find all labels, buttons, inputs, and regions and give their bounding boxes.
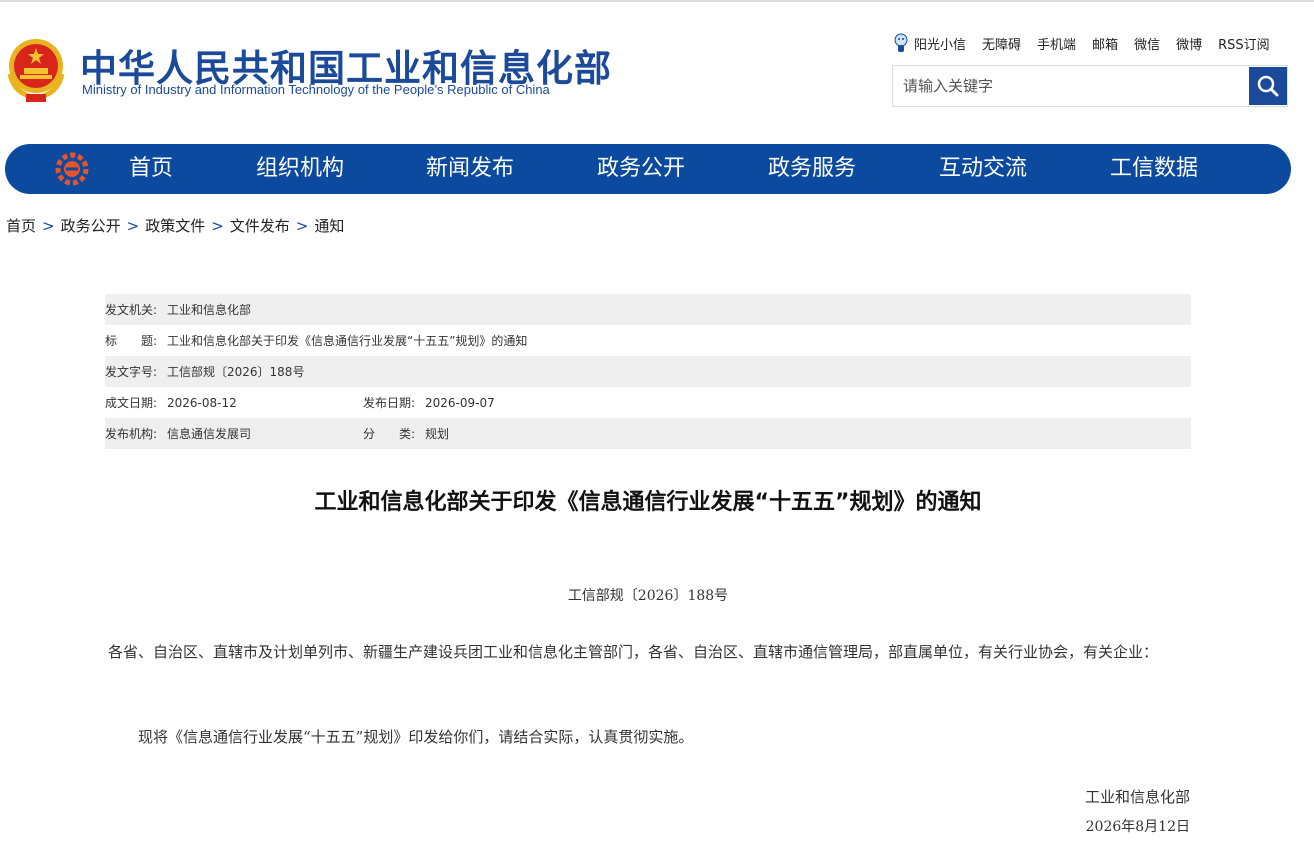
info-published-date: 2026-09-07 xyxy=(425,396,495,410)
site-subtitle: Ministry of Industry and Information Tec… xyxy=(82,82,550,97)
document-body: 现将《信息通信行业发展“十五五”规划》印发给你们，请结合实际，认真贯彻实施。 xyxy=(138,728,694,746)
nav-item-data[interactable]: 工信数据 xyxy=(1110,144,1198,194)
search-button[interactable] xyxy=(1249,67,1287,105)
breadcrumb-separator: > xyxy=(211,217,224,235)
national-emblem-icon xyxy=(7,39,65,102)
breadcrumb-separator: > xyxy=(42,217,55,235)
info-category-group: 分 类: 规划 xyxy=(363,425,449,442)
document-signer: 工业和信息化部 xyxy=(1084,788,1190,806)
rss-link[interactable]: RSS订阅 xyxy=(1218,34,1270,53)
info-created-date: 2026-08-12 xyxy=(167,395,237,410)
document-info-table: 发文机关: 工业和信息化部 标 题: 工业和信息化部关于印发《信息通信行业发展“… xyxy=(105,294,1191,449)
breadcrumb-home[interactable]: 首页 xyxy=(6,217,36,235)
info-label: 发文字号: xyxy=(105,365,158,379)
info-row-issuer: 发文机关: 工业和信息化部 xyxy=(105,294,1191,325)
main-nav: 首页 组织机构 新闻发布 政务公开 政务服务 互动交流 工信数据 xyxy=(5,144,1291,194)
document-addressee: 各省、自治区、直辖市及计划单列市、新疆生产建设兵团工业和信息化主管部门，各省、自… xyxy=(108,643,1159,661)
info-row-dates: 成文日期: 2026-08-12 发布日期: 2026-09-07 xyxy=(105,387,1191,418)
info-label: 发布机构: xyxy=(105,427,158,441)
breadcrumb-policy[interactable]: 政策文件 xyxy=(145,217,205,235)
breadcrumb-gov-info[interactable]: 政务公开 xyxy=(61,217,121,235)
document-date: 2026年8月12日 xyxy=(1085,819,1190,835)
weibo-link[interactable]: 微博 xyxy=(1176,34,1202,53)
search-input[interactable] xyxy=(893,66,1245,106)
breadcrumb-release[interactable]: 文件发布 xyxy=(230,217,290,235)
info-label: 发布日期: xyxy=(363,396,416,410)
info-agency: 信息通信发展司 xyxy=(167,427,252,441)
info-label: 发文机关: xyxy=(105,303,158,317)
wechat-link[interactable]: 微信 xyxy=(1134,34,1160,53)
sunshine-link[interactable]: 阳光小信 xyxy=(892,33,966,53)
document-title: 工业和信息化部关于印发《信息通信行业发展“十五五”规划》的通知 xyxy=(314,490,982,515)
breadcrumb: 首页 > 政务公开 > 政策文件 > 文件发布 > 通知 xyxy=(6,215,344,236)
info-row-agency: 发布机构: 信息通信发展司 分 类: 规划 xyxy=(105,418,1191,449)
info-label: 成文日期: xyxy=(105,396,158,410)
info-label: 标 题: xyxy=(105,334,158,348)
info-doc-number: 工信部规〔2026〕188号 xyxy=(167,365,305,379)
breadcrumb-separator: > xyxy=(126,217,140,235)
top-links: 阳光小信 无障碍 手机端 邮箱 微信 微博 RSS订阅 xyxy=(892,32,1270,54)
accessibility-link[interactable]: 无障碍 xyxy=(982,34,1021,53)
sunshine-label: 阳光小信 xyxy=(914,37,967,53)
top-border xyxy=(0,0,1314,2)
breadcrumb-separator: > xyxy=(295,217,309,235)
info-row-doc-number: 发文字号: 工信部规〔2026〕188号 xyxy=(105,356,1191,387)
document-number: 工信部规〔2026〕188号 xyxy=(567,588,729,604)
nav-item-news[interactable]: 新闻发布 xyxy=(426,144,514,194)
info-title: 工业和信息化部关于印发《信息通信行业发展“十五五”规划》的通知 xyxy=(167,334,528,348)
nav-item-gov-services[interactable]: 政务服务 xyxy=(768,144,856,194)
mail-link[interactable]: 邮箱 xyxy=(1092,34,1118,53)
search-icon xyxy=(1257,75,1279,97)
nav-item-interaction[interactable]: 互动交流 xyxy=(939,144,1027,194)
info-issuer: 工业和信息化部 xyxy=(167,303,252,317)
info-category: 规划 xyxy=(425,427,450,441)
nav-item-gov-info[interactable]: 政务公开 xyxy=(597,144,685,194)
breadcrumb-notice[interactable]: 通知 xyxy=(314,217,344,235)
nav-item-home[interactable]: 首页 xyxy=(129,144,173,194)
nav-item-organization[interactable]: 组织机构 xyxy=(256,144,344,194)
mobile-link[interactable]: 手机端 xyxy=(1037,34,1076,53)
info-row-title: 标 题: 工业和信息化部关于印发《信息通信行业发展“十五五”规划》的通知 xyxy=(105,325,1191,356)
info-published-group: 发布日期: 2026-09-07 xyxy=(363,394,495,411)
mascot-icon xyxy=(894,33,908,52)
search-box xyxy=(892,65,1288,107)
info-label: 分 类: xyxy=(363,427,416,441)
ministry-logo-icon xyxy=(55,152,89,186)
